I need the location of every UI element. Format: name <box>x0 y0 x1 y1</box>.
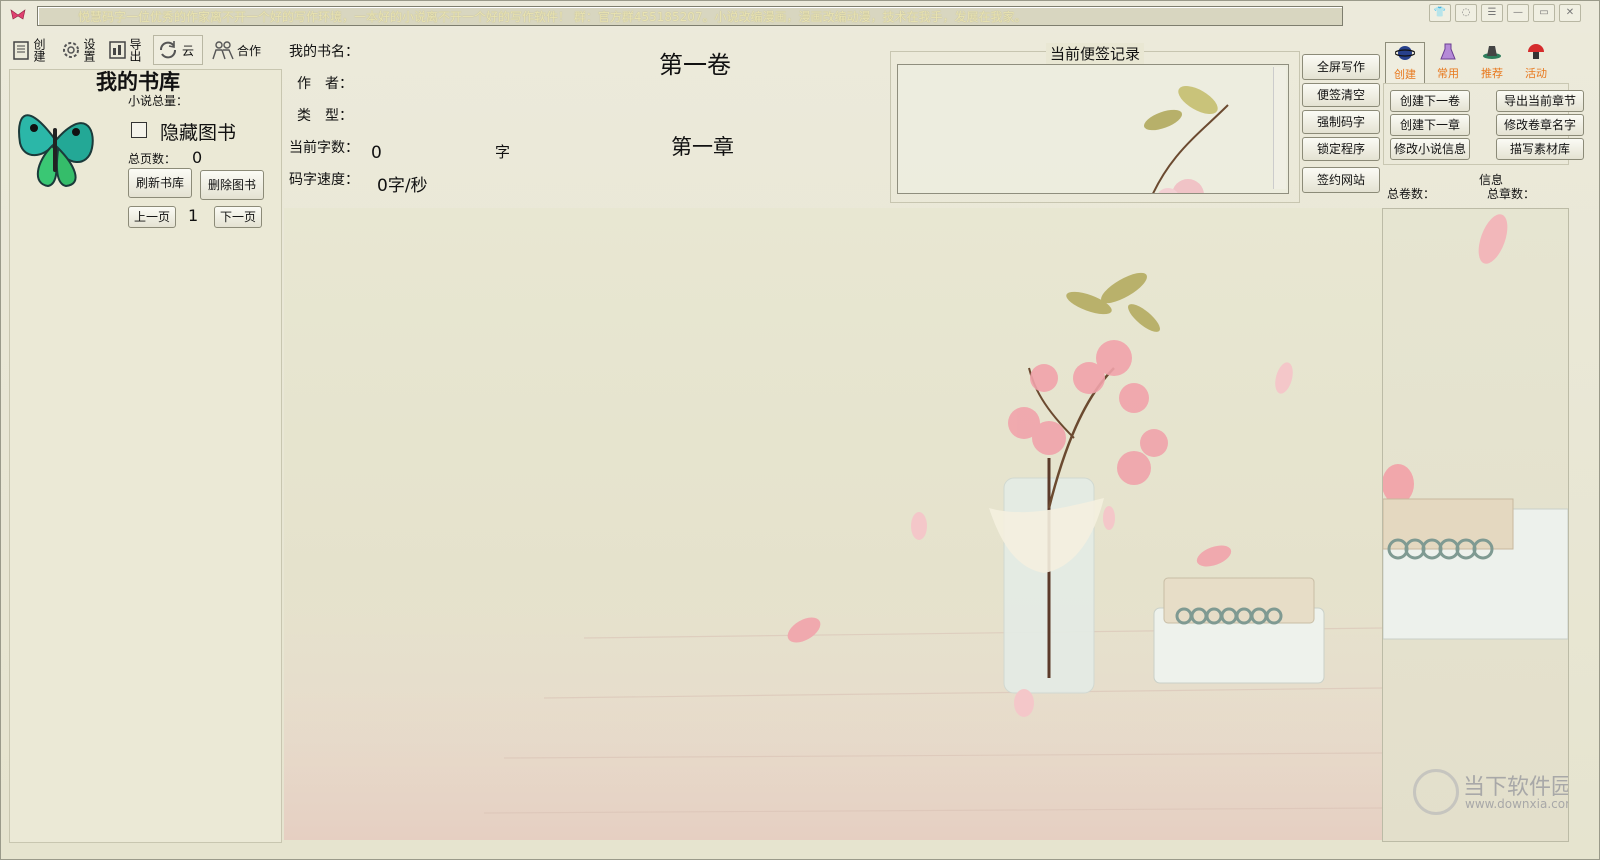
clear-notes-button[interactable]: 便签清空 <box>1302 83 1380 107</box>
flower-vase-image <box>284 272 1382 840</box>
total-volumes-label: 总卷数： <box>1387 187 1436 201</box>
type-label: 类 型： <box>297 108 353 124</box>
tab-recommend-label: 推荐 <box>1481 67 1503 80</box>
function-panel: 创建下一卷 导出当前章节 创建下一章 修改卷章名字 修改小说信息 描写素材库 <box>1383 83 1584 165</box>
tab-activity-label: 活动 <box>1525 67 1547 80</box>
minimize-button[interactable]: — <box>1507 4 1529 22</box>
people-icon <box>212 41 234 60</box>
tab-common-label: 常用 <box>1437 67 1459 80</box>
tab-create-label: 创建 <box>1394 68 1416 81</box>
total-pages-label: 总页数： <box>128 152 177 166</box>
feedback-icon[interactable]: ◌ <box>1455 4 1477 22</box>
tab-create[interactable]: 创建 <box>1385 42 1425 84</box>
tab-activity[interactable]: 活动 <box>1517 42 1555 82</box>
prev-page-button[interactable]: 上一页 <box>128 206 176 228</box>
current-page: 1 <box>188 206 199 225</box>
volume-title: 第一卷 <box>659 51 731 79</box>
sign-site-button[interactable]: 签约网站 <box>1302 167 1380 193</box>
notes-textarea[interactable] <box>897 64 1289 194</box>
butterfly-image <box>14 88 98 196</box>
tab-common[interactable]: 常用 <box>1429 42 1467 82</box>
lock-button[interactable]: 锁定程序 <box>1302 137 1380 161</box>
export-icon <box>109 41 126 59</box>
edit-info-button[interactable]: 修改小说信息 <box>1390 138 1470 160</box>
skin-icon[interactable]: 👕 <box>1429 4 1451 22</box>
hat-icon <box>1483 46 1501 59</box>
total-chapters-label: 总章数： <box>1487 187 1536 201</box>
watermark-url: www.downxia.com <box>1465 797 1569 811</box>
create-next-chapter-button[interactable]: 创建下一章 <box>1390 114 1470 136</box>
create-label: 创建 <box>32 38 46 62</box>
close-button[interactable]: ✕ <box>1559 4 1581 22</box>
notes-scrollbar[interactable] <box>1273 67 1286 189</box>
planet-icon <box>1394 46 1416 60</box>
cloud-label: 云 <box>182 43 195 58</box>
book-name-label: 我的书名： <box>289 44 359 60</box>
info-display-panel: 当下软件园 www.downxia.com <box>1382 208 1569 842</box>
tab-recommend[interactable]: 推荐 <box>1473 42 1511 82</box>
total-novels-label: 小说总量： <box>128 94 189 108</box>
rename-button[interactable]: 修改卷章名字 <box>1496 114 1584 136</box>
export-label: 导出 <box>128 38 142 62</box>
cooperate-tool[interactable]: 合作 <box>211 35 261 65</box>
app-logo-icon <box>9 7 27 23</box>
watermark-logo-icon <box>1413 769 1459 815</box>
speed-value: 0字/秒 <box>377 176 428 196</box>
refresh-library-button[interactable]: 刷新书库 <box>128 168 192 198</box>
notebook-image <box>1383 214 1568 640</box>
export-tool[interactable]: 导出 <box>107 35 142 65</box>
hide-books-checkbox[interactable] <box>131 122 147 138</box>
word-count-label: 当前字数： <box>289 140 359 156</box>
menu-icon[interactable]: ☰ <box>1481 4 1503 22</box>
settings-label: 设置 <box>82 38 96 62</box>
delete-book-button[interactable]: 删除图书 <box>200 170 264 200</box>
chapter-title: 第一章 <box>671 135 734 159</box>
word-count-value: 0 <box>371 143 382 163</box>
notice-marquee: 悦慧码字一位优秀的作家离不开一个好的写作环境，一本好的小说离不开一个好的写作软件… <box>37 6 1343 26</box>
materials-button[interactable]: 描写素材库 <box>1496 138 1584 160</box>
book-icon <box>13 41 29 60</box>
cloud-tool[interactable]: 云 <box>153 35 204 65</box>
speed-label: 码字速度： <box>289 172 359 188</box>
settings-tool[interactable]: 设置 <box>59 35 96 65</box>
library-panel: 我的书库 小说总量： 隐藏图书 总页数： 0 刷新书库 删除图书 上一页 1 下… <box>9 69 282 843</box>
author-label: 作 者： <box>297 76 353 92</box>
sync-icon <box>160 41 176 59</box>
next-page-button[interactable]: 下一页 <box>214 206 262 228</box>
flower-decoration-image <box>1144 86 1229 193</box>
fullscreen-button[interactable]: 全屏写作 <box>1302 54 1380 80</box>
force-type-button[interactable]: 强制码字 <box>1302 110 1380 134</box>
maximize-button[interactable]: ▭ <box>1533 4 1555 22</box>
word-unit: 字 <box>495 143 511 161</box>
create-tool[interactable]: 创建 <box>11 35 46 65</box>
writing-area[interactable] <box>284 208 1382 840</box>
gear-icon <box>63 42 79 58</box>
create-next-volume-button[interactable]: 创建下一卷 <box>1390 90 1470 112</box>
notes-group: 当前便签记录 <box>890 43 1300 203</box>
hide-books-label: 隐藏图书 <box>160 122 237 144</box>
app-window: 悦慧码字一位优秀的作家离不开一个好的写作环境，一本好的小说离不开一个好的写作软件… <box>0 0 1600 860</box>
title-bar: 悦慧码字一位优秀的作家离不开一个好的写作环境，一本好的小说离不开一个好的写作软件… <box>1 1 1599 33</box>
total-pages-value: 0 <box>192 148 203 167</box>
cooperate-label: 合作 <box>237 43 262 58</box>
export-chapter-button[interactable]: 导出当前章节 <box>1496 90 1584 112</box>
mushroom-icon <box>1528 44 1544 59</box>
flask-icon <box>1440 43 1456 60</box>
notes-title: 当前便签记录 <box>1046 43 1145 64</box>
